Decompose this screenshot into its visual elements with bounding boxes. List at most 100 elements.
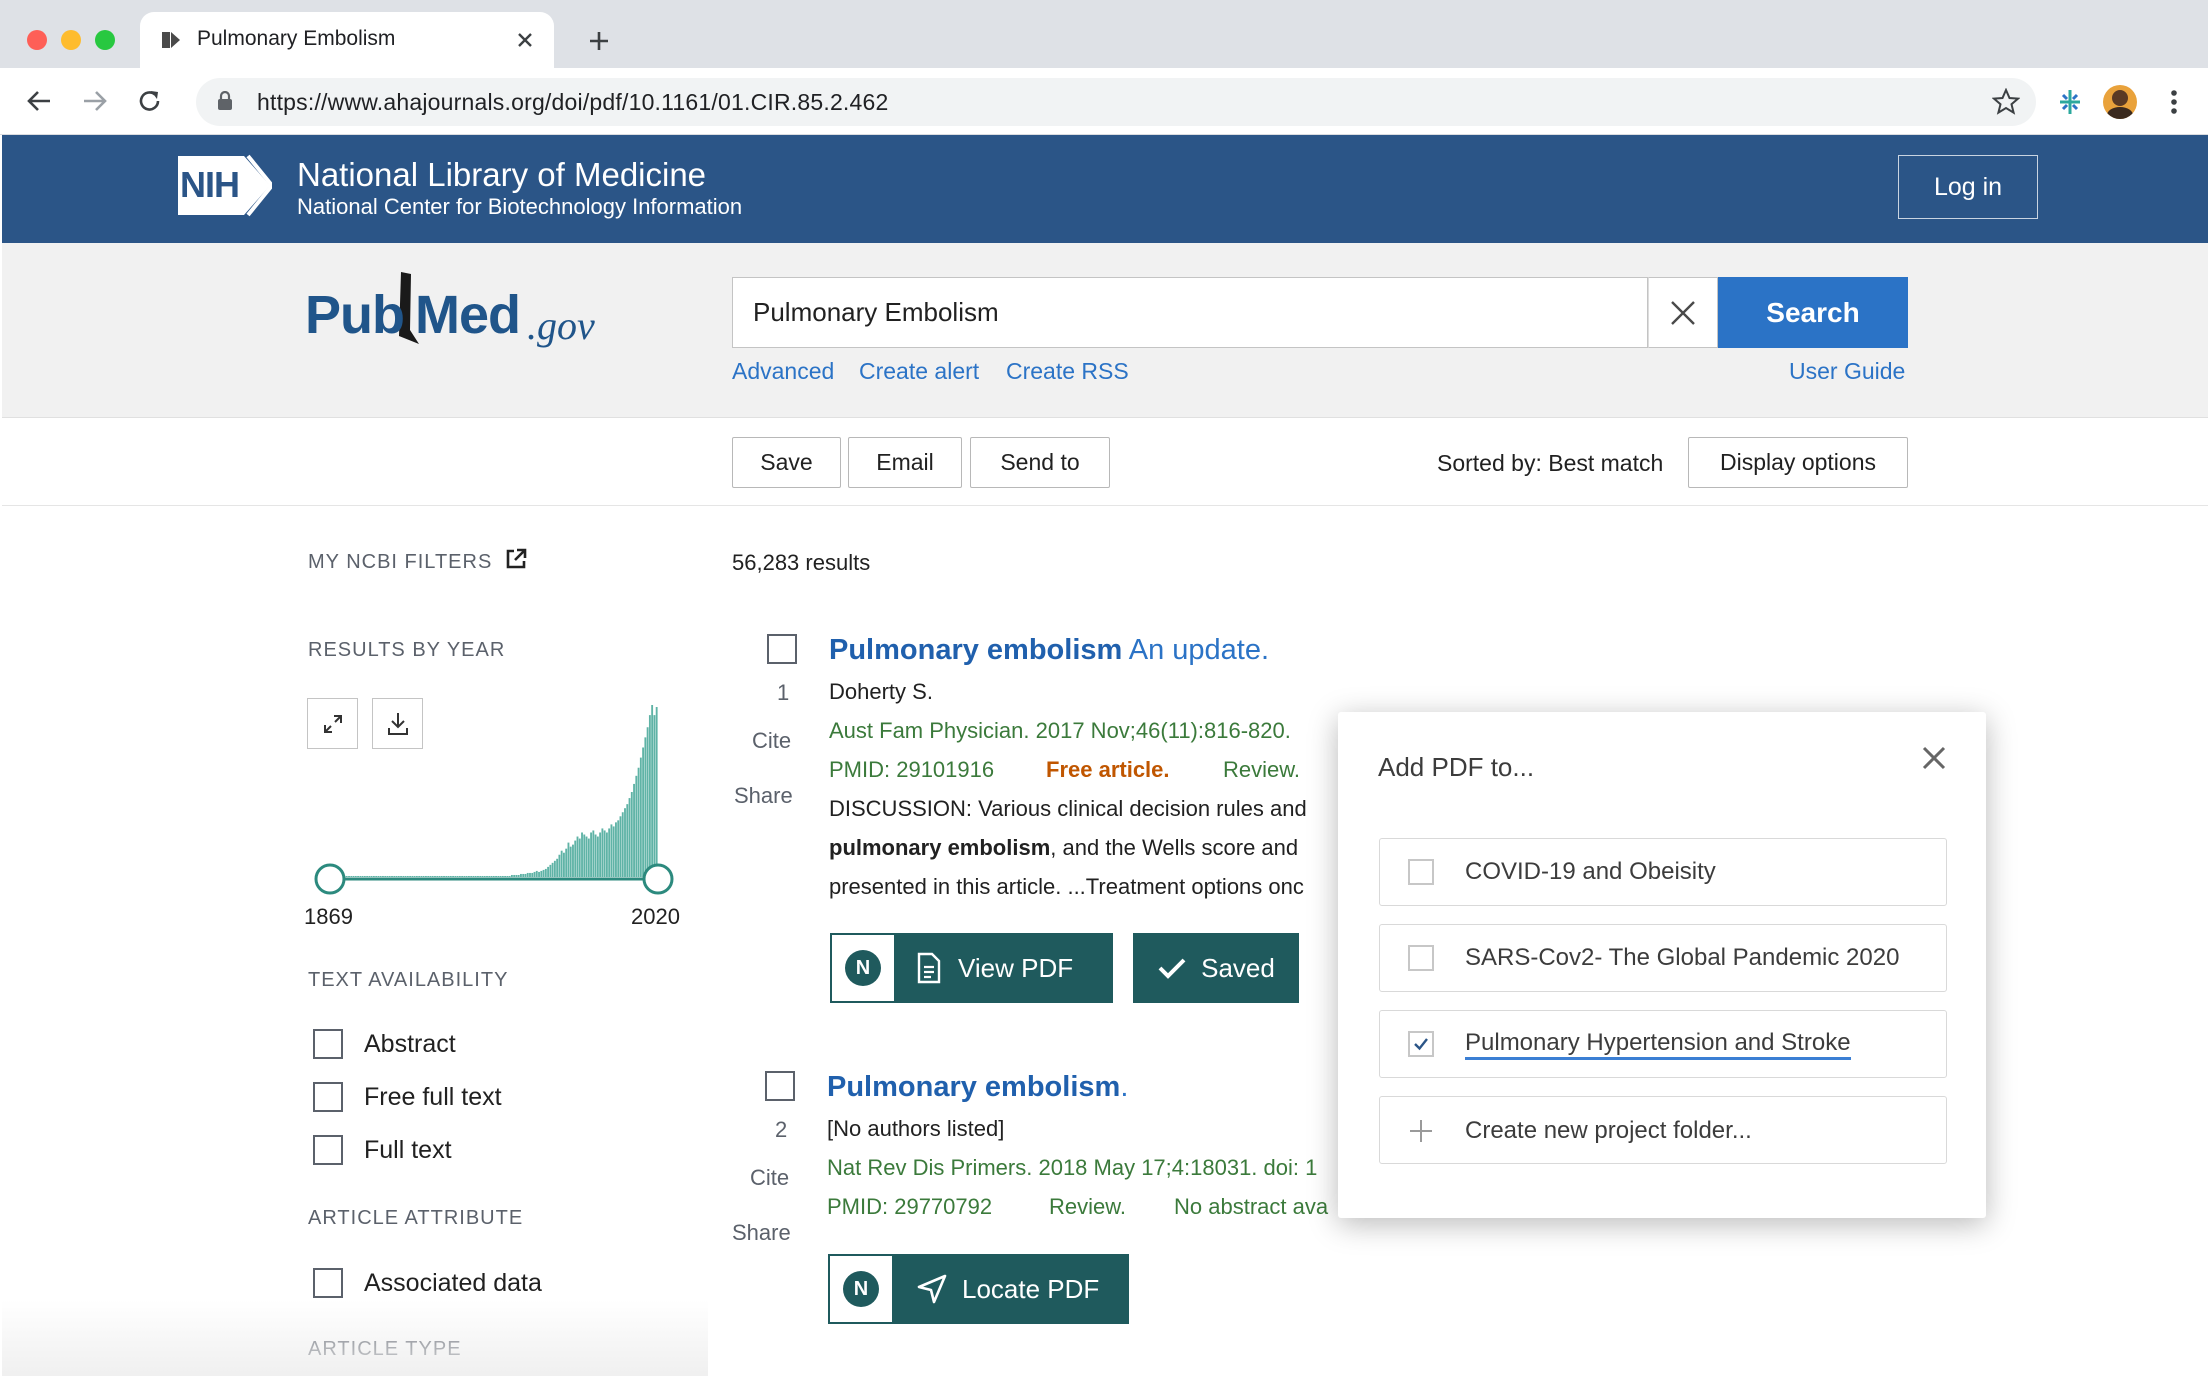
result-1-title-rest: An update.	[1122, 634, 1270, 666]
histogram-bar	[463, 875, 466, 877]
clear-search-button[interactable]	[1648, 277, 1718, 348]
histogram-bar	[624, 808, 626, 877]
locate-pdf-button[interactable]: N Locate PDF	[828, 1254, 1129, 1324]
reload-icon[interactable]	[137, 88, 163, 114]
histogram-bar	[501, 875, 504, 877]
text-availability-heading: TEXT AVAILABILITY	[308, 969, 509, 991]
year-start-label: 1869	[304, 904, 353, 929]
search-input[interactable]	[732, 277, 1648, 348]
results-by-year-histogram[interactable]	[310, 700, 690, 900]
year-end-label: 2020	[631, 904, 680, 929]
histogram-bar	[472, 875, 475, 877]
free-full-text-checkbox[interactable]	[313, 1082, 343, 1112]
full-text-label[interactable]: Full text	[364, 1136, 452, 1165]
create-alert-link[interactable]: Create alert	[859, 358, 979, 385]
histogram-bar	[413, 875, 416, 877]
result-1-checkbox[interactable]	[767, 634, 797, 664]
histogram-bar	[639, 757, 642, 877]
histogram-bar	[581, 832, 583, 877]
histogram-bar	[560, 850, 563, 877]
forward-icon[interactable]	[82, 89, 108, 113]
folder-1-checkbox[interactable]	[1408, 859, 1434, 885]
user-guide-link[interactable]: User Guide	[1789, 358, 1905, 385]
locate-pdf-label: Locate PDF	[962, 1273, 1100, 1304]
histogram-bar	[565, 848, 568, 877]
article-attribute-heading: ARTICLE ATTRIBUTE	[308, 1207, 524, 1229]
nucleus-badge-letter: N	[845, 950, 881, 986]
histogram-bar	[467, 875, 470, 877]
send-to-button[interactable]: Send to	[970, 437, 1110, 488]
associated-data-checkbox[interactable]	[313, 1268, 343, 1298]
histogram-bar	[363, 875, 366, 877]
associated-data-label[interactable]: Associated data	[364, 1269, 542, 1298]
histogram-bar	[585, 836, 588, 877]
checkmark-icon	[1414, 1038, 1428, 1051]
result-2-checkbox[interactable]	[765, 1071, 795, 1101]
abstract-label[interactable]: Abstract	[364, 1030, 456, 1059]
view-pdf-label: View PDF	[958, 952, 1074, 983]
histogram-bar	[406, 875, 409, 877]
folder-2-checkbox[interactable]	[1408, 945, 1434, 971]
histogram-bar	[400, 875, 402, 877]
histogram-bar	[621, 812, 624, 877]
abstract-checkbox[interactable]	[313, 1029, 343, 1059]
histogram-bar	[488, 875, 491, 877]
save-button[interactable]: Save	[732, 437, 841, 488]
histogram-bar	[524, 873, 527, 877]
search-button[interactable]: Search	[1718, 277, 1908, 348]
view-pdf-button[interactable]: N View PDF	[830, 933, 1113, 1003]
year-start-handle[interactable]	[314, 863, 346, 895]
histogram-bar	[445, 875, 448, 877]
result-1-cite[interactable]: Cite	[752, 728, 791, 754]
folder-1-label: COVID-19 and Obeisity	[1465, 858, 1716, 885]
profile-avatar[interactable]	[2103, 85, 2137, 119]
close-tab-icon[interactable]	[516, 31, 534, 49]
year-end-handle[interactable]	[642, 863, 674, 895]
result-1-share[interactable]: Share	[734, 783, 793, 809]
email-button[interactable]: Email	[848, 437, 962, 488]
display-options-button[interactable]: Display options	[1688, 437, 1908, 488]
sidebar-fade	[2, 1300, 708, 1376]
result-1-citation: Aust Fam Physician. 2017 Nov;46(11):816-…	[829, 718, 1291, 743]
histogram-bar	[393, 875, 396, 877]
histogram-bar	[578, 838, 581, 877]
close-window-button[interactable]	[27, 30, 47, 50]
histogram-bar	[531, 872, 534, 877]
close-popup-icon[interactable]	[1916, 740, 1952, 776]
result-2-title[interactable]: Pulmonary embolism.	[827, 1071, 1128, 1104]
folder-3-checkbox[interactable]	[1408, 1031, 1434, 1057]
result-1-title[interactable]: Pulmonary embolism An update.	[829, 634, 1269, 667]
histogram-bar	[452, 875, 455, 877]
folder-2-label: SARS-Cov2- The Global Pandemic 2020	[1465, 944, 1900, 971]
login-button[interactable]: Log in	[1898, 155, 2038, 219]
free-full-text-label[interactable]: Free full text	[364, 1083, 502, 1112]
create-rss-link[interactable]: Create RSS	[1006, 358, 1129, 385]
result-2-cite[interactable]: Cite	[750, 1165, 789, 1191]
new-tab-icon[interactable]	[588, 30, 610, 52]
external-link-icon[interactable]	[505, 548, 527, 570]
histogram-bar	[368, 875, 371, 877]
zoom-window-button[interactable]	[95, 30, 115, 50]
result-1-snippet-bold: pulmonary embolism	[829, 835, 1051, 860]
browser-menu-icon[interactable]	[2170, 88, 2178, 116]
my-ncbi-filters-heading[interactable]: MY NCBI FILTERS	[308, 551, 492, 574]
extension-icon[interactable]	[2057, 88, 2083, 116]
histogram-bar	[440, 875, 443, 877]
advanced-link[interactable]: Advanced	[732, 358, 834, 385]
pubmed-logo[interactable]: Pub Med .gov	[305, 266, 605, 356]
histogram-bar	[350, 875, 353, 877]
bookmark-star-icon[interactable]	[1992, 88, 2020, 115]
histogram-bar	[420, 875, 423, 877]
full-text-checkbox[interactable]	[313, 1135, 343, 1165]
navigation-arrow-icon	[917, 1274, 947, 1304]
histogram-bar	[603, 830, 606, 877]
histogram-bar	[345, 875, 348, 877]
histogram-bar	[422, 875, 425, 877]
result-2-share[interactable]: Share	[732, 1220, 791, 1246]
back-icon[interactable]	[26, 89, 52, 113]
histogram-bar	[361, 875, 364, 877]
tab-favicon-icon	[162, 32, 180, 48]
saved-button[interactable]: Saved	[1133, 933, 1299, 1003]
histogram-bar	[465, 875, 468, 877]
minimize-window-button[interactable]	[61, 30, 81, 50]
